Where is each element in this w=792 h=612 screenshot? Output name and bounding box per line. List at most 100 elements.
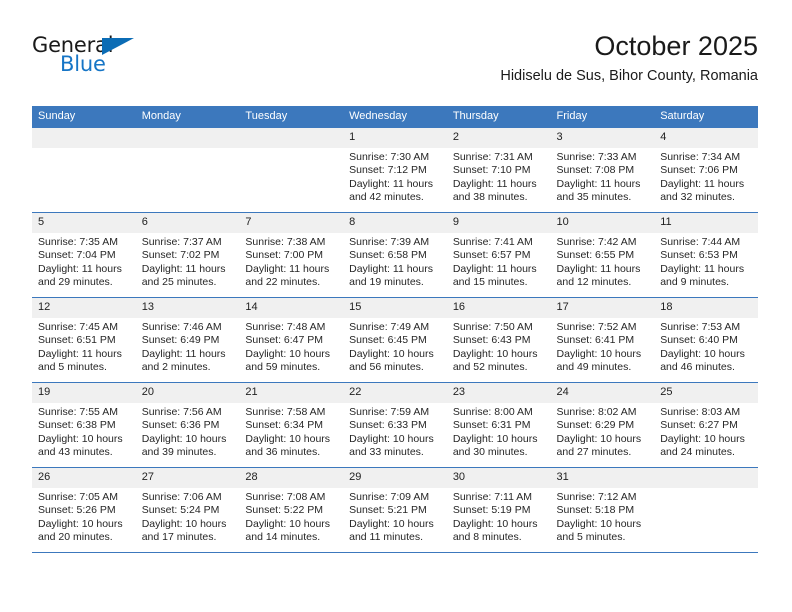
day-sun-details: Sunrise: 7:56 AM Sunset: 6:36 PM Daylight:…	[136, 403, 240, 460]
calendar-day-cell[interactable]: 9 Sunrise: 7:41 AM Sunset: 6:57 PM Daylight…	[446, 212, 551, 298]
calendar-day-cell[interactable]: 5 Sunrise: 7:35 AM Sunset: 7:04 PM Daylight…	[32, 212, 136, 298]
day-sun-details: Sunrise: 7:05 AM Sunset: 5:26 PM Daylight:…	[32, 488, 136, 545]
day-detail-line: Sunrise: 8:03 AM	[660, 406, 741, 418]
day-detail-line: and 27 minutes.	[556, 446, 632, 459]
day-number: 3	[550, 128, 655, 148]
day-number: 12	[32, 298, 136, 318]
day-detail-line: Sunset: 6:45 PM	[349, 334, 427, 347]
calendar-day-cell[interactable]: 21 Sunrise: 7:58 AM Sunset: 6:34 PM Dayligh…	[239, 382, 344, 468]
calendar-day-cell[interactable]: 8 Sunrise: 7:39 AM Sunset: 6:58 PM Daylight…	[343, 212, 447, 298]
day-detail-line: and 43 minutes.	[38, 446, 113, 459]
day-sun-details: Sunrise: 7:58 AM Sunset: 6:34 PM Daylight:…	[239, 403, 343, 460]
day-number: 8	[343, 213, 447, 233]
day-detail-line: Sunset: 6:38 PM	[38, 419, 116, 432]
day-detail-line: and 15 minutes.	[452, 276, 528, 289]
day-detail-line: and 59 minutes.	[245, 361, 321, 374]
day-sun-details: Sunrise: 7:37 AM Sunset: 7:02 PM Daylight:…	[136, 233, 240, 290]
calendar-day-cell[interactable]: 10 Sunrise: 7:42 AM Sunset: 6:55 PM Dayligh…	[550, 212, 655, 298]
calendar-day-cell[interactable]: 24 Sunrise: 8:02 AM Sunset: 6:29 PM Dayligh…	[550, 382, 655, 468]
calendar-day-cell[interactable]: 2 Sunrise: 7:31 AM Sunset: 7:10 PM Daylight…	[446, 127, 551, 213]
day-detail-line: Daylight: 10 hours	[141, 432, 227, 445]
calendar-day-cell[interactable]: 19 Sunrise: 7:55 AM Sunset: 6:38 PM Dayligh…	[32, 382, 136, 468]
day-detail-line: Sunset: 6:34 PM	[245, 419, 324, 432]
day-detail-line: Daylight: 10 hours	[452, 432, 538, 445]
day-sun-details: Sunrise: 7:08 AM Sunset: 5:22 PM Daylight:…	[239, 488, 343, 545]
day-detail-line: Daylight: 11 hours	[556, 177, 641, 190]
day-number: 23	[446, 383, 551, 403]
day-number: 28	[239, 468, 344, 488]
day-detail-line: Sunrise: 7:48 AM	[245, 321, 326, 333]
day-detail-line: Daylight: 11 hours	[245, 262, 330, 275]
general-blue-logo[interactable]: General Blue	[32, 34, 152, 80]
weekday-header-sunday: Sunday	[32, 106, 136, 128]
day-detail-line: and 35 minutes.	[556, 191, 632, 204]
day-detail-line: Daylight: 11 hours	[349, 177, 433, 190]
day-number: 20	[135, 383, 240, 403]
calendar-day-cell[interactable]: 14 Sunrise: 7:48 AM Sunset: 6:47 PM Dayligh…	[239, 297, 344, 383]
day-sun-details: Sunrise: 7:12 AM Sunset: 5:18 PM Daylight:…	[551, 488, 655, 545]
calendar-day-cell[interactable]: 15 Sunrise: 7:49 AM Sunset: 6:45 PM Dayligh…	[343, 297, 447, 383]
calendar-day-cell[interactable]: 6 Sunrise: 7:37 AM Sunset: 7:02 PM Daylight…	[135, 212, 240, 298]
day-detail-line: Sunset: 5:22 PM	[245, 504, 324, 517]
day-sun-details: Sunrise: 7:53 AM Sunset: 6:40 PM Daylight:…	[654, 318, 758, 375]
day-detail-line: Sunrise: 7:46 AM	[141, 321, 222, 333]
day-detail-line: and 30 minutes.	[452, 446, 528, 459]
weekday-header-wednesday: Wednesday	[343, 106, 447, 128]
page-title: October 2025	[594, 31, 758, 61]
day-detail-line: Sunrise: 7:35 AM	[38, 236, 118, 248]
day-number: 15	[343, 298, 447, 318]
day-number: 14	[239, 298, 344, 318]
day-sun-details: Sunrise: 7:35 AM Sunset: 7:04 PM Daylight:…	[32, 233, 136, 290]
day-detail-line: and 56 minutes.	[349, 361, 424, 374]
calendar-day-cell[interactable]: 16 Sunrise: 7:50 AM Sunset: 6:43 PM Dayligh…	[446, 297, 551, 383]
calendar-empty-cell	[135, 127, 240, 213]
calendar-day-cell[interactable]: 17 Sunrise: 7:52 AM Sunset: 6:41 PM Dayligh…	[550, 297, 655, 383]
calendar-day-cell[interactable]: 23 Sunrise: 8:00 AM Sunset: 6:31 PM Dayligh…	[446, 382, 551, 468]
day-sun-details: Sunrise: 7:06 AM Sunset: 5:24 PM Daylight:…	[136, 488, 240, 545]
calendar-day-cell[interactable]: 26 Sunrise: 7:05 AM Sunset: 5:26 PM Dayligh…	[32, 467, 136, 553]
calendar-day-cell[interactable]: 12 Sunrise: 7:45 AM Sunset: 6:51 PM Dayligh…	[32, 297, 136, 383]
calendar-day-cell[interactable]: 20 Sunrise: 7:56 AM Sunset: 6:36 PM Dayligh…	[135, 382, 240, 468]
calendar-day-cell[interactable]: 4 Sunrise: 7:34 AM Sunset: 7:06 PM Daylight…	[654, 127, 758, 213]
day-number: 13	[135, 298, 240, 318]
day-detail-line: Sunset: 6:36 PM	[141, 419, 220, 432]
day-number: 17	[550, 298, 655, 318]
day-detail-line: Daylight: 11 hours	[556, 262, 641, 275]
day-detail-line: Sunrise: 7:05 AM	[38, 491, 118, 503]
day-detail-line: Sunset: 6:51 PM	[38, 334, 116, 347]
day-detail-line: Daylight: 11 hours	[452, 177, 537, 190]
calendar-day-cell[interactable]: 28 Sunrise: 7:08 AM Sunset: 5:22 PM Dayligh…	[239, 467, 344, 553]
day-number: 9	[446, 213, 551, 233]
day-detail-line: Daylight: 10 hours	[349, 432, 434, 445]
day-detail-line: and 24 minutes.	[660, 446, 735, 459]
calendar-day-cell[interactable]: 22 Sunrise: 7:59 AM Sunset: 6:33 PM Dayligh…	[343, 382, 447, 468]
day-number: 21	[239, 383, 344, 403]
calendar-day-cell[interactable]: 29 Sunrise: 7:09 AM Sunset: 5:21 PM Dayligh…	[343, 467, 447, 553]
calendar-day-cell[interactable]: 25 Sunrise: 8:03 AM Sunset: 6:27 PM Dayligh…	[654, 382, 758, 468]
day-detail-line: Sunset: 6:49 PM	[141, 334, 220, 347]
weekday-header-friday: Friday	[550, 106, 655, 128]
day-number: 5	[32, 213, 136, 233]
day-number: 30	[446, 468, 551, 488]
calendar-body: 1 Sunrise: 7:30 AM Sunset: 7:12 PM Daylight…	[32, 127, 758, 553]
day-number	[654, 468, 758, 488]
day-detail-line: Sunrise: 7:49 AM	[349, 321, 430, 333]
calendar-day-cell[interactable]: 11 Sunrise: 7:44 AM Sunset: 6:53 PM Dayligh…	[654, 212, 758, 298]
calendar-day-cell[interactable]: 30 Sunrise: 7:11 AM Sunset: 5:19 PM Dayligh…	[446, 467, 551, 553]
calendar-day-cell[interactable]: 27 Sunrise: 7:06 AM Sunset: 5:24 PM Dayligh…	[135, 467, 240, 553]
calendar-day-cell[interactable]: 3 Sunrise: 7:33 AM Sunset: 7:08 PM Daylight…	[550, 127, 655, 213]
calendar-day-cell[interactable]: 1 Sunrise: 7:30 AM Sunset: 7:12 PM Daylight…	[343, 127, 447, 213]
day-number: 27	[135, 468, 240, 488]
calendar-day-cell[interactable]: 18 Sunrise: 7:53 AM Sunset: 6:40 PM Dayligh…	[654, 297, 758, 383]
day-detail-line: Sunset: 6:31 PM	[452, 419, 531, 432]
day-detail-line: Sunset: 6:57 PM	[452, 249, 531, 262]
day-detail-line: and 22 minutes.	[245, 276, 321, 289]
day-detail-line: Sunrise: 7:12 AM	[556, 491, 637, 503]
weekday-header-thursday: Thursday	[446, 106, 551, 128]
calendar-day-cell[interactable]: 31 Sunrise: 7:12 AM Sunset: 5:18 PM Dayligh…	[550, 467, 655, 553]
day-sun-details: Sunrise: 7:46 AM Sunset: 6:49 PM Daylight:…	[136, 318, 240, 375]
calendar-day-cell[interactable]: 7 Sunrise: 7:38 AM Sunset: 7:00 PM Daylight…	[239, 212, 344, 298]
day-sun-details: Sunrise: 7:09 AM Sunset: 5:21 PM Daylight:…	[343, 488, 447, 545]
day-detail-line: Sunset: 7:02 PM	[141, 249, 220, 262]
calendar-day-cell[interactable]: 13 Sunrise: 7:46 AM Sunset: 6:49 PM Dayligh…	[135, 297, 240, 383]
